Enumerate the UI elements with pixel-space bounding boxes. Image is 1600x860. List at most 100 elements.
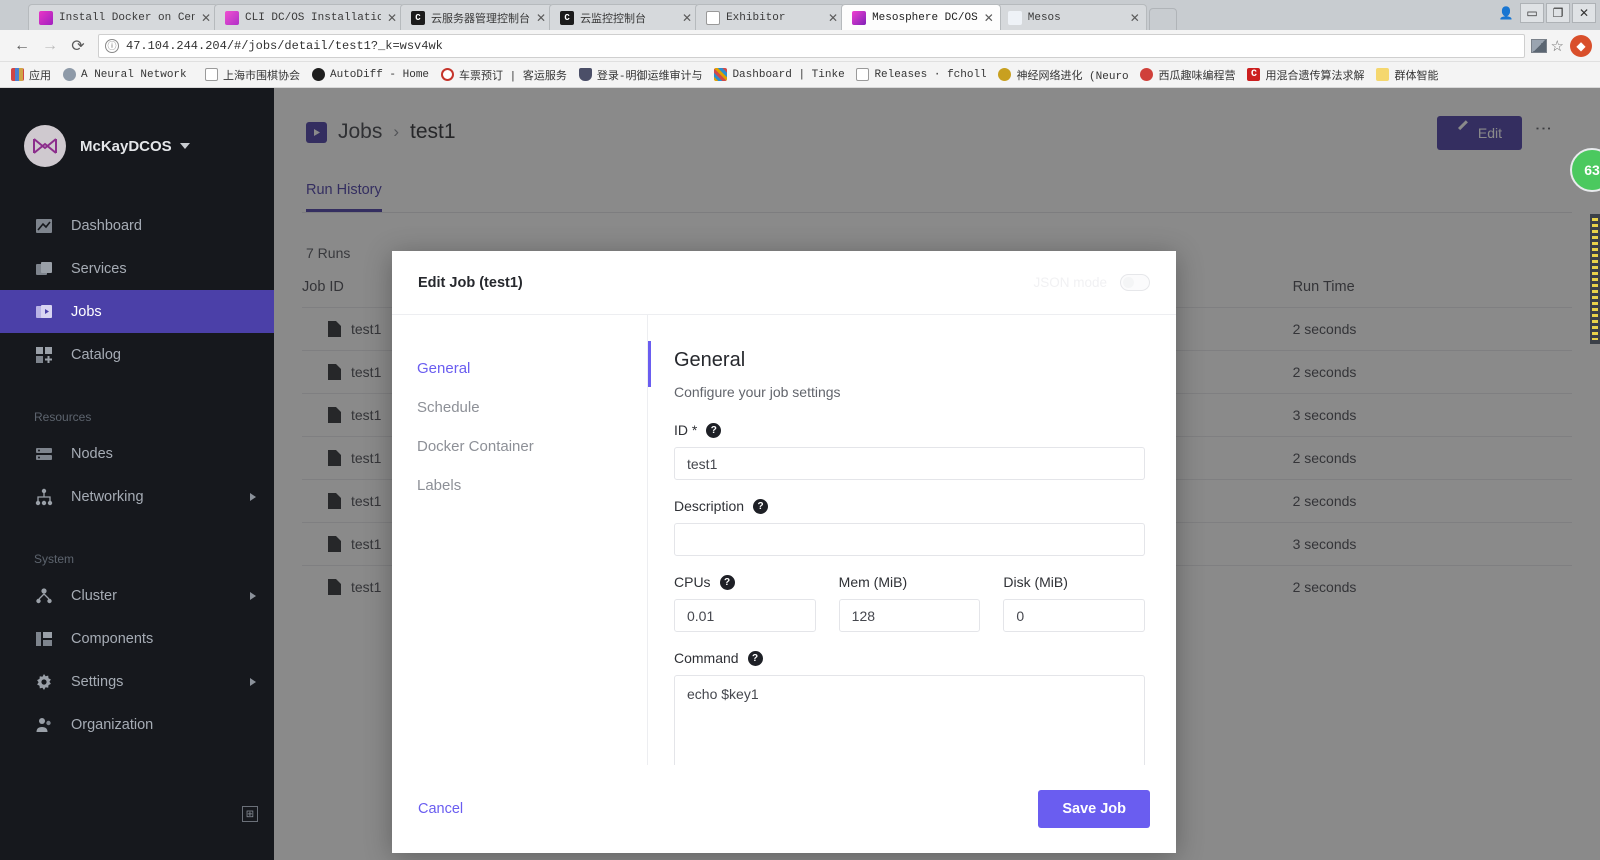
new-tab-button[interactable] <box>1148 8 1177 30</box>
close-icon[interactable]: ✕ <box>201 11 211 25</box>
sidebar-group-label: System <box>34 552 75 566</box>
bookmark-item[interactable]: C 用混合遗传算法求解 <box>1242 65 1369 85</box>
scrollbar[interactable] <box>1590 214 1600 344</box>
section-title: General <box>674 349 746 371</box>
translate-icon[interactable] <box>1530 38 1547 53</box>
disk-field: Disk (MiB) 0 <box>1003 574 1146 650</box>
c-icon: C <box>1247 68 1261 81</box>
id-input[interactable]: test1 <box>674 447 1145 480</box>
bookmark-item[interactable]: 应用 <box>6 65 56 85</box>
sidebar-item-nodes[interactable]: Nodes <box>0 432 274 475</box>
browser-tab[interactable]: CLI DC/OS Installation ✕ <box>214 4 404 30</box>
sidebar-item-dashboard[interactable]: Dashboard <box>0 204 274 247</box>
browser-tab[interactable]: Install Docker on Cent ✕ <box>28 4 218 30</box>
sidebar-item-components[interactable]: Components <box>0 617 274 660</box>
browser-tab-title: Install Docker on Cent <box>59 11 195 24</box>
sidebar-group-label: Resources <box>34 410 92 424</box>
sidebar-item-cluster[interactable]: Cluster <box>0 574 274 617</box>
json-mode-toggle[interactable] <box>1120 274 1150 291</box>
catalog-icon <box>34 345 53 364</box>
close-window-icon[interactable]: ✕ <box>1572 3 1596 23</box>
help-icon[interactable]: ? <box>753 498 769 514</box>
description-input[interactable] <box>674 523 1145 556</box>
sidebar-item-networking[interactable]: Networking <box>0 475 274 518</box>
bookmark-item[interactable]: AutoDiff - Home <box>307 66 434 83</box>
mem-input[interactable]: 128 <box>838 599 981 632</box>
modal-nav-schedule[interactable]: Schedule <box>417 388 647 427</box>
close-icon[interactable]: ✕ <box>682 11 692 25</box>
close-icon[interactable]: ✕ <box>387 11 397 25</box>
close-icon[interactable]: ✕ <box>984 11 994 25</box>
cancel-button[interactable]: Cancel <box>418 801 463 817</box>
reload-icon[interactable]: ⟳ <box>64 32 92 60</box>
bookmark-label: 车票预订 | 客运服务 <box>459 70 567 83</box>
cluster-selector[interactable]: McKayDCOS <box>0 88 274 180</box>
bookmark-item[interactable]: Dashboard | Tinkerc <box>709 66 849 83</box>
shield-icon <box>578 68 592 81</box>
bookmark-item[interactable]: 车票预订 | 客运服务 <box>436 65 572 85</box>
apps-grid-icon <box>11 68 24 81</box>
bookmark-star-icon[interactable]: ☆ <box>1551 37 1564 55</box>
close-icon[interactable]: ✕ <box>536 11 546 25</box>
bookmark-item[interactable]: 登录-明御运维审计与 <box>574 65 708 85</box>
description-label-text: Description <box>674 498 745 514</box>
url-text: 47.104.244.204/#/jobs/detail/test1?_k=ws… <box>126 38 443 53</box>
minimize-icon[interactable]: ▭ <box>1520 3 1544 23</box>
maximize-icon[interactable]: ❐ <box>1546 3 1570 23</box>
sidebar-primary-nav: Dashboard Services Jobs Catalog <box>0 204 274 376</box>
bookmark-item[interactable]: 神经网络进化 (Neuro <box>993 65 1133 85</box>
help-icon[interactable]: ? <box>719 574 735 590</box>
help-icon[interactable]: ? <box>747 650 763 666</box>
sidebar-item-organization[interactable]: Organization <box>0 703 274 746</box>
bookmark-item[interactable]: A Neural Network Pl <box>58 66 198 83</box>
bookmark-label: Dashboard | Tinkerc <box>732 68 845 81</box>
modal-nav-labels[interactable]: Labels <box>417 466 647 505</box>
browser-tab[interactable]: C 云服务器管理控制台 ✕ <box>400 4 554 30</box>
bookmark-item[interactable]: 上海市围棋协会 <box>200 65 305 85</box>
bookmark-item[interactable]: Releases · fcholle <box>851 66 991 83</box>
close-icon[interactable]: ✕ <box>1130 11 1140 25</box>
save-job-button[interactable]: Save Job <box>1038 790 1150 828</box>
bookmark-label: A Neural Network Pl <box>81 68 193 81</box>
sidebar-item-services[interactable]: Services <box>0 247 274 290</box>
json-mode-control[interactable]: JSON mode <box>1033 274 1150 291</box>
modal-nav-docker-container[interactable]: Docker Container <box>417 427 647 466</box>
browser-nav-bar: ← → ⟳ ⓘ 47.104.244.204/#/jobs/detail/tes… <box>0 30 1600 62</box>
browser-tab-active[interactable]: Mesosphere DC/OS ✕ <box>841 4 1001 30</box>
train-icon <box>441 68 455 81</box>
sidebar-item-settings[interactable]: Settings <box>0 660 274 703</box>
sidebar-item-jobs[interactable]: Jobs <box>0 290 274 333</box>
resources-row: CPUs ? 0.01 Mem (MiB) 128 Disk (MiB) 0 <box>674 574 1146 650</box>
browser-tab[interactable]: Mesos ✕ <box>996 4 1147 30</box>
user-profile-icon[interactable]: 👤 <box>1494 3 1518 23</box>
back-icon[interactable]: ← <box>8 32 36 60</box>
bookmark-item[interactable]: 西瓜趣味编程营 <box>1135 65 1240 85</box>
json-mode-label: JSON mode <box>1033 275 1107 290</box>
cpus-input[interactable]: 0.01 <box>674 599 816 632</box>
command-textarea[interactable]: echo $key1 <box>674 675 1145 765</box>
sidebar-item-label: Services <box>71 260 127 277</box>
browser-tab[interactable]: Exhibitor ✕ <box>695 4 846 30</box>
site-info-icon[interactable]: ⓘ <box>105 38 119 53</box>
chevron-right-icon <box>250 591 256 600</box>
window-controls: 👤 ▭ ❐ ✕ <box>1494 3 1596 23</box>
browser-tab-title: 云监控控制台 <box>580 13 647 26</box>
browser-tab-bar: Install Docker on Cent ✕ CLI DC/OS Insta… <box>0 0 1600 30</box>
cluster-name[interactable]: McKayDCOS <box>80 138 190 155</box>
sidebar-item-label: Organization <box>71 716 154 733</box>
browser-tab-title: CLI DC/OS Installation <box>245 11 381 24</box>
sidebar-collapse-button[interactable]: ⊞ <box>242 806 258 822</box>
forward-icon[interactable]: → <box>36 32 64 60</box>
browser-profile-icon[interactable]: ◆ <box>1570 34 1592 57</box>
address-bar[interactable]: ⓘ 47.104.244.204/#/jobs/detail/test1?_k=… <box>98 33 1525 58</box>
help-icon[interactable]: ? <box>706 422 722 438</box>
modal-body: General Schedule Docker Container Labels… <box>392 315 1176 765</box>
bookmark-item[interactable]: 群体智能 <box>1371 65 1443 85</box>
disk-input[interactable]: 0 <box>1003 599 1146 632</box>
sidebar-item-catalog[interactable]: Catalog <box>0 333 274 376</box>
close-icon[interactable]: ✕ <box>828 11 838 25</box>
neuro-icon <box>998 68 1012 81</box>
sidebar-item-label: Nodes <box>71 445 113 462</box>
modal-nav-general[interactable]: General <box>417 349 647 388</box>
browser-tab[interactable]: C 云监控控制台 ✕ <box>549 4 700 30</box>
